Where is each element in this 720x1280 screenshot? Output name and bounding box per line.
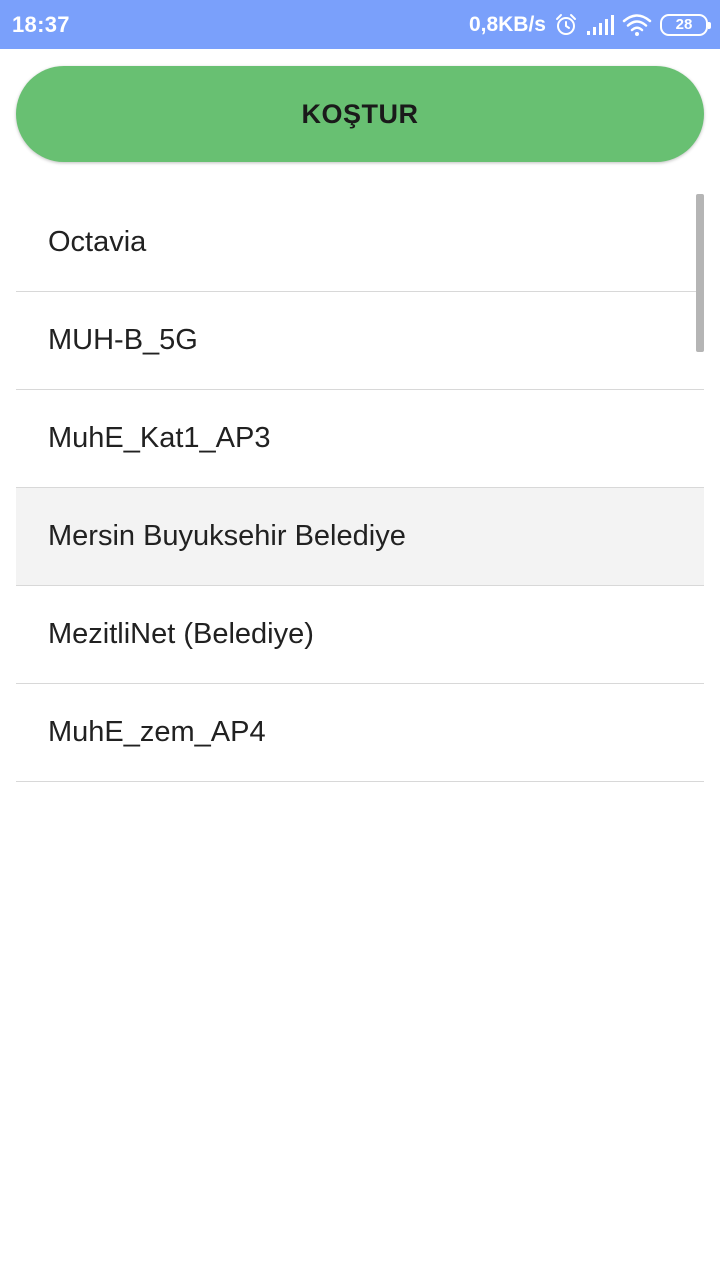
status-bar: 18:37 0,8KB/s 28: [0, 0, 720, 49]
wifi-icon: [622, 13, 652, 37]
network-list: Octavia MUH-B_5G MuhE_Kat1_AP3 Mersin Bu…: [16, 194, 704, 782]
battery-icon: 28: [660, 13, 711, 36]
signal-icon: [586, 14, 614, 36]
list-scrollbar[interactable]: [696, 194, 704, 352]
list-item[interactable]: Mersin Buyuksehir Belediye: [16, 488, 704, 586]
status-indicators: 0,8KB/s 28: [468, 12, 711, 37]
list-item[interactable]: MezitliNet (Belediye): [16, 586, 704, 684]
list-item[interactable]: MUH-B_5G: [16, 292, 704, 390]
status-time: 18:37: [12, 11, 70, 37]
run-button[interactable]: KOŞTUR: [16, 66, 704, 162]
battery-level: 28: [675, 16, 693, 33]
list-item[interactable]: MuhE_Kat1_AP3: [16, 390, 704, 488]
list-item[interactable]: MuhE_zem_AP4: [16, 684, 704, 782]
network-speed: 0,8KB/s: [468, 12, 546, 36]
list-item[interactable]: Octavia: [16, 194, 704, 292]
alarm-icon: [554, 13, 578, 37]
